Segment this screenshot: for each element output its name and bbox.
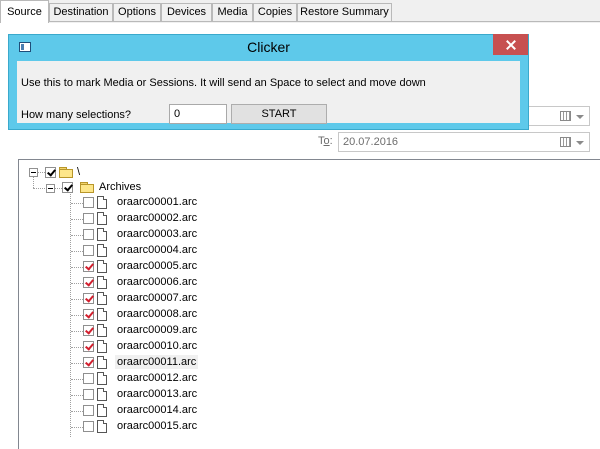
tree-connector	[71, 219, 83, 220]
collapse-root-icon[interactable]	[29, 168, 38, 177]
folder-icon	[80, 182, 94, 193]
selections-count-input[interactable]	[169, 104, 227, 124]
file-checkbox[interactable]	[83, 229, 94, 240]
tab-destination[interactable]: Destination	[49, 3, 113, 21]
tree-connector	[71, 395, 83, 396]
tree-connector	[71, 427, 83, 428]
folder-icon	[59, 167, 73, 178]
selections-prompt: How many selections?	[21, 109, 132, 121]
file-icon	[97, 196, 107, 209]
archives-checkbox[interactable]	[62, 182, 73, 193]
file-label[interactable]: oraarc00015.arc	[115, 419, 199, 433]
tree-connector	[71, 267, 83, 268]
tree-connector	[71, 363, 83, 364]
file-label[interactable]: oraarc00013.arc	[115, 387, 199, 401]
file-icon	[97, 244, 107, 257]
tab-restore-summary[interactable]: Restore Summary	[297, 3, 392, 21]
file-label[interactable]: oraarc00002.arc	[115, 211, 199, 225]
close-button[interactable]	[493, 34, 528, 55]
file-checkbox[interactable]	[83, 309, 94, 320]
tab-media[interactable]: Media	[212, 3, 253, 21]
file-checkbox[interactable]	[83, 341, 94, 352]
dialog-titlebar[interactable]: Clicker	[9, 34, 528, 61]
tab-options[interactable]: Options	[113, 3, 161, 21]
tree-connector	[33, 188, 45, 189]
file-icon	[97, 292, 107, 305]
file-label[interactable]: oraarc00004.arc	[115, 243, 199, 257]
file-label[interactable]: oraarc00008.arc	[115, 307, 199, 321]
tree-archives-label[interactable]: Archives	[97, 180, 143, 194]
dialog-client-area: Use this to mark Media or Sessions. It w…	[17, 61, 520, 124]
tab-copies[interactable]: Copies	[253, 3, 297, 21]
tree-connector	[71, 235, 83, 236]
calendar-icon[interactable]	[560, 137, 571, 147]
chevron-down-icon[interactable]	[576, 115, 584, 119]
tree-connector	[71, 251, 83, 252]
tree-connector	[71, 283, 83, 284]
tab-source[interactable]: Source	[0, 0, 49, 23]
tree-connector	[71, 379, 83, 380]
file-checkbox[interactable]	[83, 213, 94, 224]
file-checkbox[interactable]	[83, 293, 94, 304]
tree-connector	[55, 188, 62, 189]
to-date-value: 20.07.2016	[343, 136, 399, 148]
tree-root-label[interactable]: \	[75, 165, 82, 179]
file-icon	[97, 404, 107, 417]
file-checkbox[interactable]	[83, 325, 94, 336]
tree-connector	[71, 331, 83, 332]
start-button[interactable]: START	[231, 104, 327, 124]
to-date-label: To:	[318, 135, 333, 147]
to-label-colon: :	[329, 135, 333, 147]
file-label[interactable]: oraarc00006.arc	[115, 275, 199, 289]
tree-connector	[71, 203, 83, 204]
collapse-archives-icon[interactable]	[46, 184, 55, 193]
file-icon	[97, 388, 107, 401]
file-label[interactable]: oraarc00005.arc	[115, 259, 199, 273]
file-checkbox[interactable]	[83, 197, 94, 208]
file-checkbox[interactable]	[83, 373, 94, 384]
tab-strip-divider	[0, 21, 600, 22]
tree-connector	[71, 299, 83, 300]
file-icon	[97, 276, 107, 289]
file-icon	[97, 308, 107, 321]
tab-strip: Source Destination Options Devices Media…	[0, 0, 600, 23]
file-icon	[97, 372, 107, 385]
tree-connector	[33, 177, 34, 188]
file-icon	[97, 340, 107, 353]
tree-connector	[71, 347, 83, 348]
file-icon	[97, 260, 107, 273]
file-icon	[97, 212, 107, 225]
calendar-icon[interactable]	[560, 111, 571, 121]
file-icon	[97, 356, 107, 369]
file-icon	[97, 420, 107, 433]
file-label[interactable]: oraarc00012.arc	[115, 371, 199, 385]
tab-devices[interactable]: Devices	[161, 3, 212, 21]
file-checkbox[interactable]	[83, 261, 94, 272]
file-checkbox[interactable]	[83, 405, 94, 416]
file-checkbox[interactable]	[83, 357, 94, 368]
file-label[interactable]: oraarc00014.arc	[115, 403, 199, 417]
file-checkbox[interactable]	[83, 389, 94, 400]
file-checkbox[interactable]	[83, 277, 94, 288]
to-date-field[interactable]: 20.07.2016	[338, 132, 590, 152]
file-checkbox[interactable]	[83, 245, 94, 256]
dialog-message: Use this to mark Media or Sessions. It w…	[21, 77, 426, 89]
file-label[interactable]: oraarc00011.arc	[115, 355, 199, 369]
file-label[interactable]: oraarc00001.arc	[115, 195, 199, 209]
clicker-dialog: Clicker Use this to mark Media or Sessio…	[8, 34, 529, 130]
dialog-title: Clicker	[247, 39, 290, 55]
file-icon	[97, 228, 107, 241]
file-checkbox[interactable]	[83, 421, 94, 432]
chevron-down-icon[interactable]	[576, 141, 584, 145]
tree-connector	[71, 315, 83, 316]
tree-connector	[71, 411, 83, 412]
file-label[interactable]: oraarc00009.arc	[115, 323, 199, 337]
file-label[interactable]: oraarc00007.arc	[115, 291, 199, 305]
file-label[interactable]: oraarc00003.arc	[115, 227, 199, 241]
root-checkbox[interactable]	[45, 167, 56, 178]
tree-connector	[38, 172, 45, 173]
file-icon	[97, 324, 107, 337]
file-label[interactable]: oraarc00010.arc	[115, 339, 199, 353]
